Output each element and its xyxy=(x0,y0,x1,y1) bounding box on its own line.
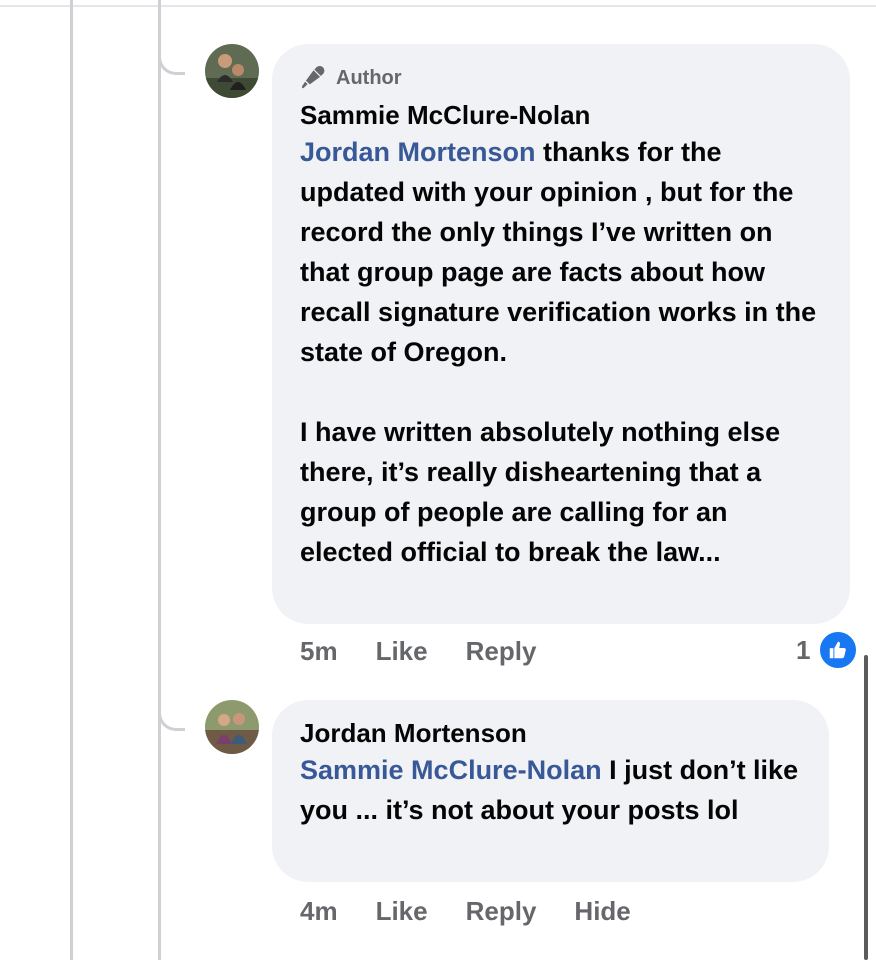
avatar-jordan[interactable] xyxy=(205,700,259,754)
timestamp[interactable]: 4m xyxy=(300,896,338,927)
thumbs-up-icon xyxy=(818,630,859,670)
comment-actions-2: 4m Like Reply Hide xyxy=(300,896,631,927)
thread-connector-1 xyxy=(158,44,185,75)
scrollbar[interactable] xyxy=(864,655,868,960)
thread-connector-2 xyxy=(158,700,185,731)
comment-body: Sammie McClure-Nolan I just don’t like y… xyxy=(300,750,801,830)
comment-bubble-sammie: Author Sammie McClure-Nolan Jordan Morte… xyxy=(272,44,850,624)
comment-bubble-jordan: Jordan Mortenson Sammie McClure-Nolan I … xyxy=(272,700,829,882)
thread-line-outer xyxy=(70,0,73,960)
comment-actions-1: 5m Like Reply xyxy=(300,636,536,667)
like-button[interactable]: Like xyxy=(376,896,428,927)
comment-author-name[interactable]: Sammie McClure-Nolan xyxy=(300,98,822,132)
author-badge: Author xyxy=(300,64,822,92)
timestamp[interactable]: 5m xyxy=(300,636,338,667)
reaction-count: 1 xyxy=(796,634,811,665)
hide-button[interactable]: Hide xyxy=(574,896,630,927)
comment-text: thanks for the updated with your opinion… xyxy=(300,137,817,567)
reply-button[interactable]: Reply xyxy=(466,896,537,927)
comment-author-name[interactable]: Jordan Mortenson xyxy=(300,716,801,750)
thread-line-inner xyxy=(158,0,161,960)
reaction-summary[interactable]: 1 xyxy=(796,630,859,670)
mention-link[interactable]: Jordan Mortenson xyxy=(300,137,536,167)
top-divider xyxy=(0,5,876,7)
reply-button[interactable]: Reply xyxy=(466,636,537,667)
avatar-sammie[interactable] xyxy=(205,44,259,98)
microphone-icon xyxy=(301,65,325,89)
author-badge-label: Author xyxy=(336,66,402,89)
mention-link[interactable]: Sammie McClure-Nolan xyxy=(300,755,602,785)
comment-body: Jordan Mortenson thanks for the updated … xyxy=(300,132,822,572)
like-button[interactable]: Like xyxy=(376,636,428,667)
